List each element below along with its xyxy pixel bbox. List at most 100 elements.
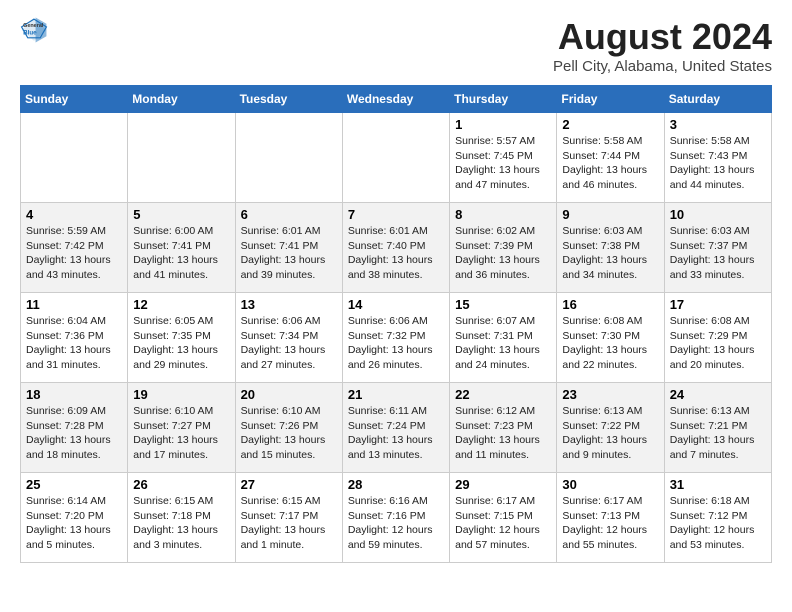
day-cell xyxy=(342,113,449,203)
col-header-saturday: Saturday xyxy=(664,86,771,113)
day-number: 20 xyxy=(241,387,337,402)
page-header: General Blue August 2024 Pell City, Alab… xyxy=(20,16,772,75)
day-info: Sunrise: 6:16 AM Sunset: 7:16 PM Dayligh… xyxy=(348,494,444,553)
day-info: Sunrise: 6:15 AM Sunset: 7:17 PM Dayligh… xyxy=(241,494,337,553)
day-info: Sunrise: 6:06 AM Sunset: 7:32 PM Dayligh… xyxy=(348,314,444,373)
day-info: Sunrise: 5:59 AM Sunset: 7:42 PM Dayligh… xyxy=(26,224,122,283)
day-cell: 13Sunrise: 6:06 AM Sunset: 7:34 PM Dayli… xyxy=(235,293,342,383)
week-row-1: 1 Sunrise: 5:57 AM Sunset: 7:45 PM Daylig… xyxy=(21,113,772,203)
day-number: 11 xyxy=(26,297,122,312)
day-info: Sunrise: 5:58 AM Sunset: 7:43 PM Dayligh… xyxy=(670,134,766,193)
day-info: Sunrise: 6:03 AM Sunset: 7:38 PM Dayligh… xyxy=(562,224,658,283)
day-info: Sunrise: 6:05 AM Sunset: 7:35 PM Dayligh… xyxy=(133,314,229,373)
day-cell: 7 Sunrise: 6:01 AM Sunset: 7:40 PM Daylig… xyxy=(342,203,449,293)
day-cell: 17Sunrise: 6:08 AM Sunset: 7:29 PM Dayli… xyxy=(664,293,771,383)
day-number: 2 xyxy=(562,117,658,132)
day-cell: 28 Sunrise: 6:16 AM Sunset: 7:16 PM Dayli… xyxy=(342,473,449,563)
day-number: 3 xyxy=(670,117,766,132)
day-cell: 8 Sunrise: 6:02 AM Sunset: 7:39 PM Daylig… xyxy=(450,203,557,293)
column-headers: SundayMondayTuesdayWednesdayThursdayFrid… xyxy=(21,86,772,113)
day-cell: 21 Sunrise: 6:11 AM Sunset: 7:24 PM Dayli… xyxy=(342,383,449,473)
day-info: Sunrise: 6:09 AM Sunset: 7:28 PM Dayligh… xyxy=(26,404,122,463)
day-info: Sunrise: 6:02 AM Sunset: 7:39 PM Dayligh… xyxy=(455,224,551,283)
day-number: 24 xyxy=(670,387,766,402)
col-header-monday: Monday xyxy=(128,86,235,113)
day-number: 7 xyxy=(348,207,444,222)
day-info: Sunrise: 6:12 AM Sunset: 7:23 PM Dayligh… xyxy=(455,404,551,463)
day-info: Sunrise: 6:11 AM Sunset: 7:24 PM Dayligh… xyxy=(348,404,444,463)
day-cell xyxy=(235,113,342,203)
day-cell: 9Sunrise: 6:03 AM Sunset: 7:38 PM Daylig… xyxy=(557,203,664,293)
logo: General Blue xyxy=(20,16,48,44)
col-header-thursday: Thursday xyxy=(450,86,557,113)
day-cell: 6Sunrise: 6:01 AM Sunset: 7:41 PM Daylig… xyxy=(235,203,342,293)
day-cell: 2Sunrise: 5:58 AM Sunset: 7:44 PM Daylig… xyxy=(557,113,664,203)
day-cell: 3 Sunrise: 5:58 AM Sunset: 7:43 PM Daylig… xyxy=(664,113,771,203)
day-info: Sunrise: 6:13 AM Sunset: 7:22 PM Dayligh… xyxy=(562,404,658,463)
day-cell: 20 Sunrise: 6:10 AM Sunset: 7:26 PM Dayli… xyxy=(235,383,342,473)
day-info: Sunrise: 6:17 AM Sunset: 7:15 PM Dayligh… xyxy=(455,494,551,553)
day-cell: 18 Sunrise: 6:09 AM Sunset: 7:28 PM Dayli… xyxy=(21,383,128,473)
day-cell xyxy=(128,113,235,203)
calendar-table: SundayMondayTuesdayWednesdayThursdayFrid… xyxy=(20,85,772,563)
day-cell: 12 Sunrise: 6:05 AM Sunset: 7:35 PM Dayli… xyxy=(128,293,235,383)
day-number: 18 xyxy=(26,387,122,402)
week-row-4: 18 Sunrise: 6:09 AM Sunset: 7:28 PM Dayli… xyxy=(21,383,772,473)
col-header-friday: Friday xyxy=(557,86,664,113)
day-cell: 23 Sunrise: 6:13 AM Sunset: 7:22 PM Dayli… xyxy=(557,383,664,473)
day-number: 1 xyxy=(455,117,551,132)
day-number: 5 xyxy=(133,207,229,222)
week-row-2: 4 Sunrise: 5:59 AM Sunset: 7:42 PM Daylig… xyxy=(21,203,772,293)
day-number: 12 xyxy=(133,297,229,312)
day-info: Sunrise: 6:14 AM Sunset: 7:20 PM Dayligh… xyxy=(26,494,122,553)
day-number: 13 xyxy=(241,297,337,312)
day-info: Sunrise: 5:57 AM Sunset: 7:45 PM Dayligh… xyxy=(455,134,551,193)
day-cell: 30Sunrise: 6:17 AM Sunset: 7:13 PM Dayli… xyxy=(557,473,664,563)
svg-text:Blue: Blue xyxy=(23,30,37,37)
svg-text:General: General xyxy=(23,23,44,29)
day-number: 23 xyxy=(562,387,658,402)
day-cell: 11 Sunrise: 6:04 AM Sunset: 7:36 PM Dayli… xyxy=(21,293,128,383)
day-number: 8 xyxy=(455,207,551,222)
day-number: 14 xyxy=(348,297,444,312)
day-number: 31 xyxy=(670,477,766,492)
day-info: Sunrise: 6:18 AM Sunset: 7:12 PM Dayligh… xyxy=(670,494,766,553)
day-number: 28 xyxy=(348,477,444,492)
day-info: Sunrise: 6:10 AM Sunset: 7:27 PM Dayligh… xyxy=(133,404,229,463)
day-cell xyxy=(21,113,128,203)
day-number: 26 xyxy=(133,477,229,492)
day-cell: 29 Sunrise: 6:17 AM Sunset: 7:15 PM Dayli… xyxy=(450,473,557,563)
week-row-3: 11 Sunrise: 6:04 AM Sunset: 7:36 PM Dayli… xyxy=(21,293,772,383)
day-number: 21 xyxy=(348,387,444,402)
day-number: 6 xyxy=(241,207,337,222)
day-cell: 14 Sunrise: 6:06 AM Sunset: 7:32 PM Dayli… xyxy=(342,293,449,383)
week-row-5: 25 Sunrise: 6:14 AM Sunset: 7:20 PM Dayli… xyxy=(21,473,772,563)
day-number: 15 xyxy=(455,297,551,312)
day-number: 25 xyxy=(26,477,122,492)
day-info: Sunrise: 6:10 AM Sunset: 7:26 PM Dayligh… xyxy=(241,404,337,463)
day-cell: 10Sunrise: 6:03 AM Sunset: 7:37 PM Dayli… xyxy=(664,203,771,293)
day-number: 29 xyxy=(455,477,551,492)
day-info: Sunrise: 6:00 AM Sunset: 7:41 PM Dayligh… xyxy=(133,224,229,283)
day-cell: 27Sunrise: 6:15 AM Sunset: 7:17 PM Dayli… xyxy=(235,473,342,563)
day-cell: 19Sunrise: 6:10 AM Sunset: 7:27 PM Dayli… xyxy=(128,383,235,473)
day-cell: 25 Sunrise: 6:14 AM Sunset: 7:20 PM Dayli… xyxy=(21,473,128,563)
page-title: August 2024 xyxy=(553,16,772,58)
day-info: Sunrise: 6:01 AM Sunset: 7:40 PM Dayligh… xyxy=(348,224,444,283)
day-cell: 16 Sunrise: 6:08 AM Sunset: 7:30 PM Dayli… xyxy=(557,293,664,383)
day-cell: 1 Sunrise: 5:57 AM Sunset: 7:45 PM Daylig… xyxy=(450,113,557,203)
day-info: Sunrise: 6:04 AM Sunset: 7:36 PM Dayligh… xyxy=(26,314,122,373)
day-cell: 31 Sunrise: 6:18 AM Sunset: 7:12 PM Dayli… xyxy=(664,473,771,563)
day-cell: 24Sunrise: 6:13 AM Sunset: 7:21 PM Dayli… xyxy=(664,383,771,473)
day-info: Sunrise: 6:03 AM Sunset: 7:37 PM Dayligh… xyxy=(670,224,766,283)
logo-icon: General Blue xyxy=(20,16,48,44)
day-info: Sunrise: 6:07 AM Sunset: 7:31 PM Dayligh… xyxy=(455,314,551,373)
day-number: 17 xyxy=(670,297,766,312)
day-number: 16 xyxy=(562,297,658,312)
day-number: 4 xyxy=(26,207,122,222)
day-cell: 22Sunrise: 6:12 AM Sunset: 7:23 PM Dayli… xyxy=(450,383,557,473)
day-info: Sunrise: 6:08 AM Sunset: 7:30 PM Dayligh… xyxy=(562,314,658,373)
day-number: 30 xyxy=(562,477,658,492)
day-cell: 15 Sunrise: 6:07 AM Sunset: 7:31 PM Dayli… xyxy=(450,293,557,383)
day-cell: 4 Sunrise: 5:59 AM Sunset: 7:42 PM Daylig… xyxy=(21,203,128,293)
